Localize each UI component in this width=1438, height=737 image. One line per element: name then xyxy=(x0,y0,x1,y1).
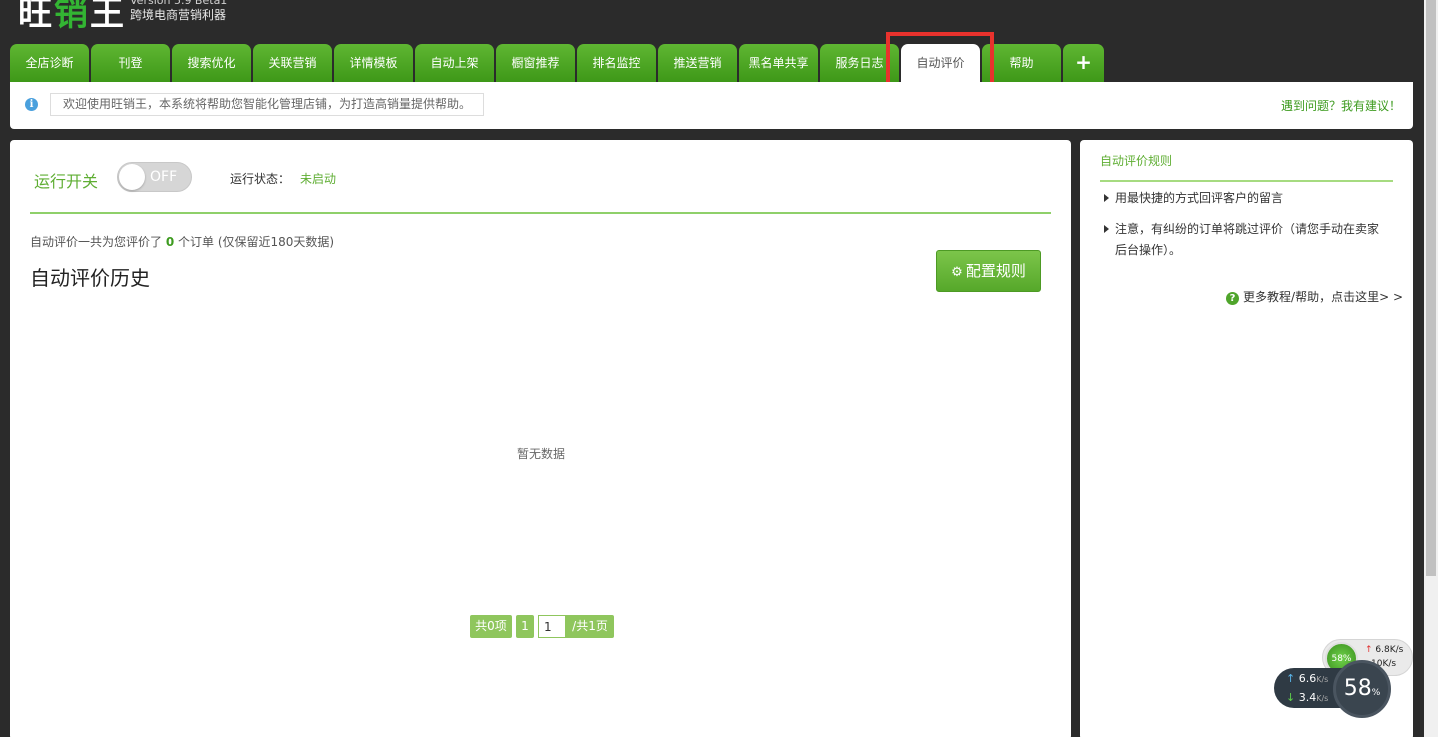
run-toggle[interactable]: OFF xyxy=(117,162,192,192)
toggle-knob xyxy=(119,164,145,190)
version-label: Version 5.9 Beta1 xyxy=(130,0,228,7)
top-bar: 旺销王 Version 5.9 Beta1 跨境电商营销利器 xyxy=(0,0,1424,42)
caret-right-icon xyxy=(1104,194,1109,202)
feedback-link[interactable]: 遇到问题？我有建议！ xyxy=(1281,97,1401,114)
rule-item: 注意，有纠纷的订单将跳过评价（请您手动在卖家后台操作）。 xyxy=(1104,219,1384,261)
download-speed: ↓ 3.4K/s xyxy=(1286,691,1329,704)
rule-item: 用最快捷的方式回评客户的留言 xyxy=(1104,188,1384,209)
tab-publish[interactable]: 刊登 xyxy=(91,44,170,82)
tab-window-recommend[interactable]: 橱窗推荐 xyxy=(496,44,575,82)
tab-search-optimize[interactable]: 搜索优化 xyxy=(172,44,251,82)
arrow-down-icon: ↓ xyxy=(1286,691,1296,704)
arrow-up-icon: ↑ xyxy=(1365,645,1373,655)
arrow-up-icon: ↑ xyxy=(1286,672,1296,685)
notice-bar: i 欢迎使用旺销王，本系统将帮助您智能化管理店铺，为打造高销量提供帮助。 遇到问… xyxy=(10,82,1413,129)
history-title: 自动评价历史 xyxy=(30,266,150,290)
run-status-value: 未启动 xyxy=(300,172,337,186)
tab-push-marketing[interactable]: 推送营销 xyxy=(658,44,737,82)
pager-total-pages: /共1页 xyxy=(566,615,614,638)
review-summary: 自动评价一共为您评价了 0 个订单 (仅保留近180天数据) xyxy=(30,235,335,249)
pager-total-items: 共0项 xyxy=(470,615,512,638)
notice-text: 欢迎使用旺销王，本系统将帮助您智能化管理店铺，为打造高销量提供帮助。 xyxy=(50,93,484,116)
sidebar-title: 自动评价规则 xyxy=(1100,154,1173,168)
upload-speed: ↑ 6.6K/s xyxy=(1286,672,1329,685)
version-info: Version 5.9 Beta1 跨境电商营销利器 xyxy=(130,0,227,22)
help-tutorial-link[interactable]: ? 更多教程/帮助，点击这里> > xyxy=(1226,288,1403,305)
page-input[interactable] xyxy=(538,615,566,638)
app-logo: 旺销王 xyxy=(18,0,126,34)
tab-auto-listing[interactable]: 自动上架 xyxy=(415,44,494,82)
question-icon: ? xyxy=(1226,292,1240,305)
review-count: 0 xyxy=(165,235,175,249)
gear-icon: ⚙ xyxy=(951,265,963,280)
run-switch-label: 运行开关 xyxy=(34,172,99,191)
upload-speed-small: ↑ 6.8K/s xyxy=(1365,645,1404,655)
scrollbar-thumb[interactable] xyxy=(1426,0,1436,576)
plus-icon: + xyxy=(1075,50,1092,74)
run-status-label: 运行状态： xyxy=(230,172,291,186)
info-icon: i xyxy=(25,98,38,111)
add-tab-button[interactable]: + xyxy=(1063,44,1104,82)
sidebar-divider xyxy=(1100,180,1393,182)
tab-auto-review[interactable]: 自动评价 xyxy=(901,44,980,82)
pager-current-page[interactable]: 1 xyxy=(516,615,534,638)
tab-service-log[interactable]: 服务日志 xyxy=(820,44,899,82)
toggle-state-text: OFF xyxy=(150,169,178,185)
tagline: 跨境电商营销利器 xyxy=(130,8,227,22)
divider xyxy=(30,212,1051,214)
caret-right-icon xyxy=(1104,225,1109,233)
empty-state: 暂无数据 xyxy=(517,447,566,461)
tab-rank-monitor[interactable]: 排名监控 xyxy=(577,44,656,82)
tab-detail-template[interactable]: 详情模板 xyxy=(334,44,413,82)
config-rules-button[interactable]: ⚙ 配置规则 xyxy=(936,250,1041,292)
tab-store-diagnosis[interactable]: 全店诊断 xyxy=(10,44,89,82)
page-scrollbar[interactable] xyxy=(1424,0,1438,737)
tab-related-marketing[interactable]: 关联营销 xyxy=(253,44,332,82)
tab-help[interactable]: 帮助 xyxy=(982,44,1061,82)
main-panel: 运行开关 OFF 运行状态： 未启动 自动评价一共为您评价了 0 个订单 (仅保… xyxy=(10,140,1071,737)
tab-blacklist-share[interactable]: 黑名单共享 xyxy=(739,44,818,82)
usage-gauge: 58% xyxy=(1333,660,1391,718)
